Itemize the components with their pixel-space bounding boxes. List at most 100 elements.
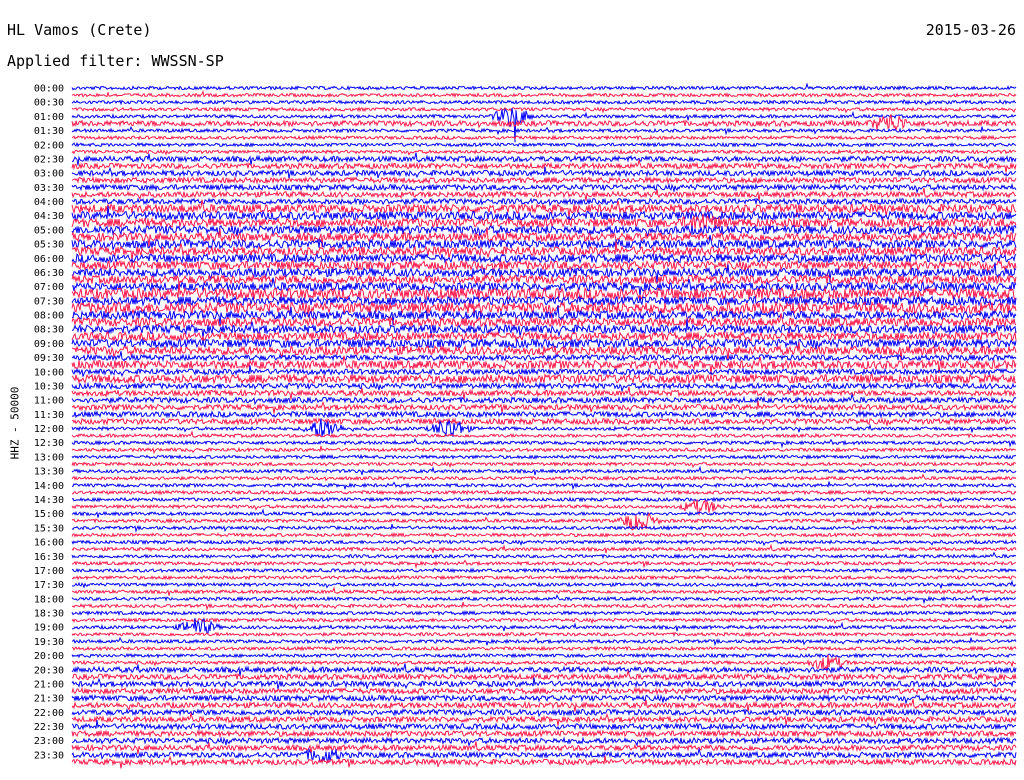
time-tick-label: 06:30 <box>34 268 64 279</box>
time-tick-label: 18:30 <box>34 609 64 620</box>
trace-row <box>71 609 1017 617</box>
trace-row <box>71 652 1017 659</box>
time-tick-label: 01:30 <box>34 126 64 137</box>
trace-row <box>71 98 1017 106</box>
trace-row <box>71 152 1017 166</box>
time-tick-label: 09:30 <box>34 353 64 364</box>
trace-row <box>71 523 1017 533</box>
trace-row <box>71 473 1017 482</box>
trace-row <box>71 551 1017 560</box>
trace-row <box>71 586 1017 596</box>
trace-row <box>71 741 1017 755</box>
time-tick-label: 23:00 <box>34 736 64 747</box>
time-tick-label: 21:00 <box>34 680 64 691</box>
trace-row <box>71 698 1017 712</box>
trace-row <box>71 465 1017 476</box>
time-tick-label: 05:00 <box>34 225 64 236</box>
trace-row <box>71 197 1017 207</box>
trace-row <box>71 182 1017 195</box>
trace-row <box>71 175 1017 185</box>
time-tick-label: 19:00 <box>34 623 64 634</box>
time-tick-label: 20:30 <box>34 665 64 676</box>
time-tick-label: 21:30 <box>34 694 64 705</box>
trace-row <box>71 430 1017 439</box>
trace-row <box>71 496 1017 504</box>
time-tick-label: 19:30 <box>34 637 64 648</box>
time-tick-label: 07:00 <box>34 282 64 293</box>
trace-row <box>71 693 1017 705</box>
trace-row <box>71 574 1017 581</box>
trace-row <box>71 543 1017 554</box>
seismogram-plot: 00:00 00:30 01:00 01:30 02:00 02:30 03:00 03:30… <box>34 82 1017 769</box>
trace-row <box>71 106 1017 114</box>
trace-row <box>71 381 1017 393</box>
trace-row <box>71 481 1017 491</box>
trace-row <box>71 453 1017 461</box>
trace-row <box>72 636 1017 647</box>
time-tick-label: 09:00 <box>34 339 64 350</box>
trace-row <box>71 273 1017 286</box>
trace-row <box>71 531 1017 539</box>
time-tick-label: 08:00 <box>34 311 64 322</box>
trace-row <box>71 594 1017 605</box>
time-tick-label: 07:30 <box>34 296 64 307</box>
trace-row <box>71 631 1017 638</box>
time-tick-label: 15:00 <box>34 509 64 520</box>
trace-row <box>71 134 1017 141</box>
trace-row <box>71 755 1017 769</box>
trace-row <box>71 438 1017 449</box>
time-tick-label: 22:00 <box>34 708 64 719</box>
trace-row <box>71 372 1017 385</box>
time-tick-label: 04:00 <box>34 197 64 208</box>
time-tick-label: 14:30 <box>34 495 64 506</box>
trace-row <box>71 294 1017 307</box>
time-tick-label: 12:30 <box>34 438 64 449</box>
time-tick-label: 16:30 <box>34 552 64 563</box>
trace-row <box>71 400 1017 414</box>
trace-row <box>71 489 1017 496</box>
time-tick-label: 10:00 <box>34 367 64 378</box>
trace-row <box>71 601 1017 611</box>
time-tick-label: 00:30 <box>34 98 64 109</box>
time-tick-label: 13:30 <box>34 467 64 478</box>
trace-row <box>71 365 1017 378</box>
trace-row <box>71 729 1017 739</box>
trace-row <box>71 392 1017 406</box>
time-tick-label: 08:30 <box>34 325 64 336</box>
time-tick-label: 17:30 <box>34 580 64 591</box>
trace-row <box>71 616 1017 625</box>
trace-row <box>71 508 1017 518</box>
trace-row <box>71 538 1017 547</box>
trace-row <box>71 567 1017 574</box>
time-label-group: 00:00 00:30 01:00 01:30 02:00 02:30 03:00 03:30… <box>34 84 64 762</box>
time-tick-label: 01:00 <box>34 112 64 123</box>
time-tick-label: 05:30 <box>34 240 64 251</box>
trace-row <box>71 141 1017 148</box>
trace-row <box>71 460 1016 469</box>
trace-group <box>71 82 1017 769</box>
trace-row <box>71 559 1017 570</box>
time-tick-label: 23:30 <box>34 750 64 761</box>
trace-row <box>71 252 1017 265</box>
time-tick-label: 14:00 <box>34 481 64 492</box>
time-tick-label: 03:00 <box>34 169 64 180</box>
time-tick-label: 18:00 <box>34 594 64 605</box>
trace-row <box>71 125 1017 136</box>
trace-row <box>71 645 1017 652</box>
trace-row <box>71 89 1017 99</box>
time-tick-label: 11:30 <box>34 410 64 421</box>
time-tick-label: 10:30 <box>34 382 64 393</box>
trace-row <box>71 409 1017 419</box>
trace-row <box>71 330 1017 343</box>
time-tick-label: 11:00 <box>34 396 64 407</box>
time-tick-label: 04:30 <box>34 211 64 222</box>
trace-row <box>71 416 1017 427</box>
time-tick-label: 16:00 <box>34 538 64 549</box>
trace-row <box>71 445 1017 455</box>
time-tick-label: 03:30 <box>34 183 64 194</box>
time-tick-label: 02:00 <box>34 140 64 151</box>
trace-row <box>71 82 1017 92</box>
time-tick-label: 06:00 <box>34 254 64 265</box>
time-tick-label: 02:30 <box>34 154 64 165</box>
trace-row <box>71 579 1017 589</box>
